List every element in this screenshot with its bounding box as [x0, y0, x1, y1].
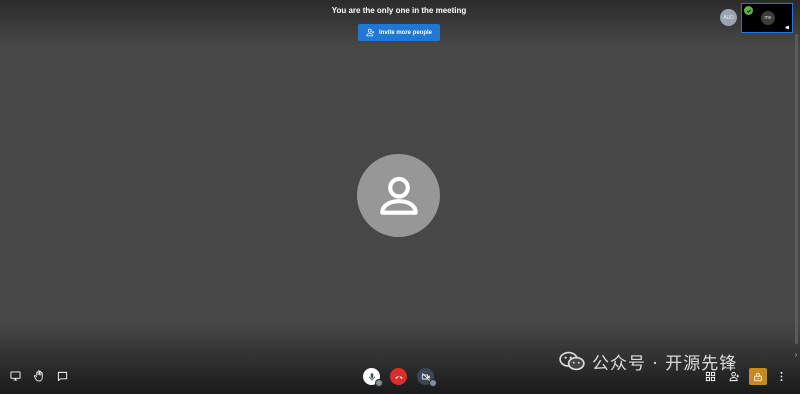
chat-icon[interactable]	[57, 371, 68, 382]
check-icon	[744, 6, 753, 15]
wechat-icon	[559, 351, 585, 371]
microphone-button[interactable]	[363, 368, 383, 387]
audio-level-icon	[785, 25, 789, 30]
scrollbar-thumb[interactable]	[795, 34, 798, 344]
add-person-icon	[366, 28, 375, 37]
scrollbar[interactable]: ›	[792, 34, 800, 359]
invite-button-label: Invite more people	[378, 29, 432, 36]
watermark: 公众号 · 开源先锋	[558, 349, 738, 374]
camera-button[interactable]	[417, 368, 437, 387]
hang-up-icon	[394, 375, 403, 379]
invite-more-people-button[interactable]: Invite more people	[358, 24, 440, 41]
invite-people-icon[interactable]	[729, 371, 740, 382]
video-settings-badge[interactable]	[429, 379, 437, 387]
participant-avatar-large	[357, 154, 440, 237]
meeting-notice: You are the only one in the meeting	[331, 6, 467, 15]
security-lock-icon	[754, 372, 762, 381]
security-options-button[interactable]	[749, 368, 767, 385]
audio-settings-badge[interactable]	[375, 379, 383, 387]
user-icon	[379, 176, 418, 215]
tile-view-icon[interactable]	[705, 371, 716, 382]
self-view-thumbnail[interactable]: me	[741, 3, 793, 33]
screen-share-icon[interactable]	[10, 371, 21, 381]
chevron-right-icon[interactable]: ›	[793, 352, 799, 360]
remote-participant-avatar[interactable]: AUD	[720, 9, 737, 26]
watermark-text: 公众号 · 开源先锋	[592, 353, 738, 374]
raise-hand-icon[interactable]	[34, 370, 45, 382]
hang-up-button[interactable]	[390, 368, 407, 385]
more-options-icon[interactable]	[779, 371, 784, 382]
self-avatar: me	[761, 11, 775, 25]
